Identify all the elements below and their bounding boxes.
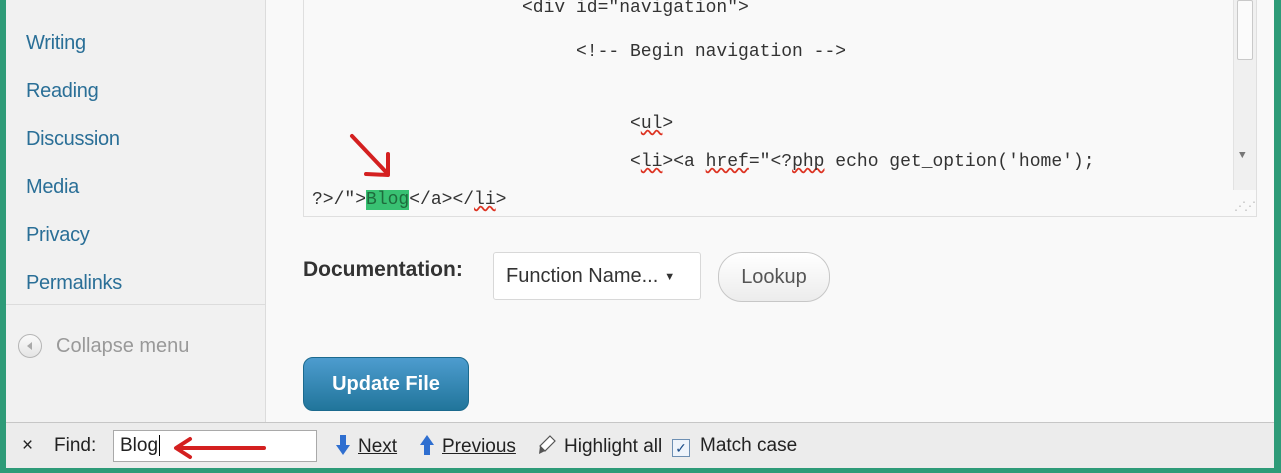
collapse-menu-button[interactable]: Collapse menu (18, 334, 189, 358)
red-annotation-arrow-icon (350, 134, 390, 177)
scrollbar-thumb[interactable] (1237, 0, 1253, 60)
sidebar-item-privacy[interactable]: Privacy (26, 224, 90, 247)
match-case-checkbox[interactable]: ✓ Match case (672, 435, 797, 457)
documentation-label: Documentation: (303, 258, 463, 281)
sidebar-item-permalinks[interactable]: Permalinks (26, 272, 122, 295)
resize-grip-icon[interactable]: ⋰⋰ (1234, 199, 1256, 214)
sidebar-item-reading[interactable]: Reading (26, 80, 99, 103)
red-annotation-arrow-icon (174, 437, 266, 459)
highlight-all-button[interactable]: Highlight all (538, 435, 662, 461)
find-next-button[interactable]: Next (336, 435, 397, 461)
select-value: Function Name... (506, 265, 659, 287)
function-name-select[interactable]: Function Name... ▼ (493, 252, 701, 300)
sidebar-item-discussion[interactable]: Discussion (26, 128, 120, 151)
find-previous-button[interactable]: Previous (420, 435, 516, 461)
checkbox-check-icon: ✓ (672, 439, 690, 457)
editor-scrollbar[interactable]: ▼ (1233, 0, 1256, 190)
code-line: <!-- Begin navigation --> (576, 42, 847, 62)
code-line: <ul> (630, 114, 674, 134)
sidebar-divider (6, 304, 265, 305)
code-line: <li><a href="<?php echo get_option('home… (630, 152, 1095, 172)
screenshot-frame: Writing Reading Discussion Media Privacy… (6, 0, 1274, 468)
theme-code-editor[interactable]: <div id="navigation"> <!-- Begin navigat… (303, 0, 1257, 217)
update-file-button[interactable]: Update File (303, 357, 469, 411)
arrow-up-icon (420, 435, 434, 461)
highlighter-pen-icon (538, 435, 556, 461)
code-line: <div id="navigation"> (522, 0, 749, 18)
close-find-bar-icon[interactable]: × (22, 435, 33, 457)
find-bar: × Find: Blog Next Previous Highlight all… (6, 422, 1274, 468)
search-match-highlight: Blog (366, 190, 410, 210)
lookup-button[interactable]: Lookup (718, 252, 830, 302)
sidebar-item-writing[interactable]: Writing (26, 32, 86, 55)
code-line: ?>/">Blog</a></li> (312, 190, 507, 210)
find-label: Find: (54, 435, 97, 456)
admin-sidebar: Writing Reading Discussion Media Privacy… (6, 0, 266, 422)
collapse-arrow-icon (18, 334, 42, 358)
scroll-down-arrow-icon[interactable]: ▼ (1239, 150, 1246, 162)
sidebar-item-media[interactable]: Media (26, 176, 79, 199)
main-content: <div id="navigation"> <!-- Begin navigat… (266, 0, 1274, 422)
chevron-down-icon: ▼ (664, 270, 676, 283)
collapse-menu-label: Collapse menu (56, 334, 190, 357)
arrow-down-icon (336, 435, 350, 461)
